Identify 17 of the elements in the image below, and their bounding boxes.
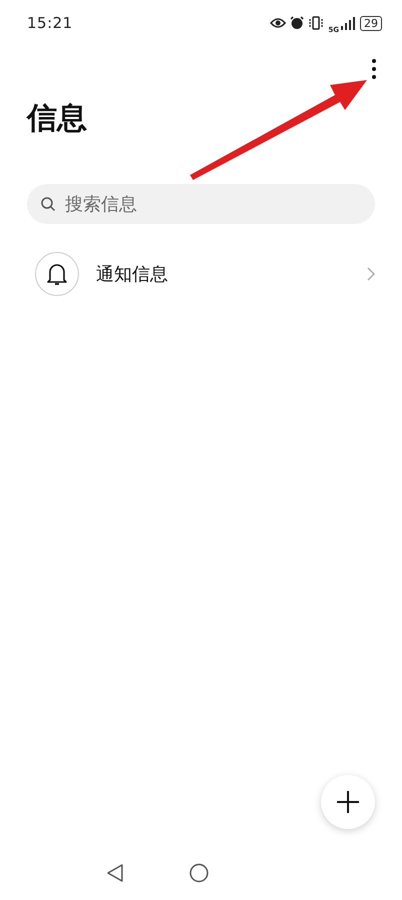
bell-icon bbox=[46, 262, 68, 286]
plus-icon bbox=[337, 791, 359, 813]
search-field[interactable]: 搜索信息 bbox=[27, 184, 375, 224]
signal-icon bbox=[340, 16, 356, 30]
vibrate-icon bbox=[308, 16, 324, 30]
search-icon bbox=[40, 196, 56, 212]
more-options-icon[interactable] bbox=[371, 58, 377, 80]
list-item-label[interactable]: 通知信息 bbox=[96, 262, 350, 286]
alarm-icon bbox=[290, 16, 304, 30]
status-time: 15:21 bbox=[27, 14, 73, 32]
add-button[interactable] bbox=[321, 775, 375, 829]
page-title: 信息 bbox=[27, 104, 87, 134]
eye-icon bbox=[270, 17, 286, 29]
chevron-right-icon bbox=[367, 267, 375, 281]
battery-level: 29 bbox=[360, 16, 382, 30]
home-icon[interactable] bbox=[189, 863, 209, 883]
back-icon[interactable] bbox=[106, 863, 124, 883]
